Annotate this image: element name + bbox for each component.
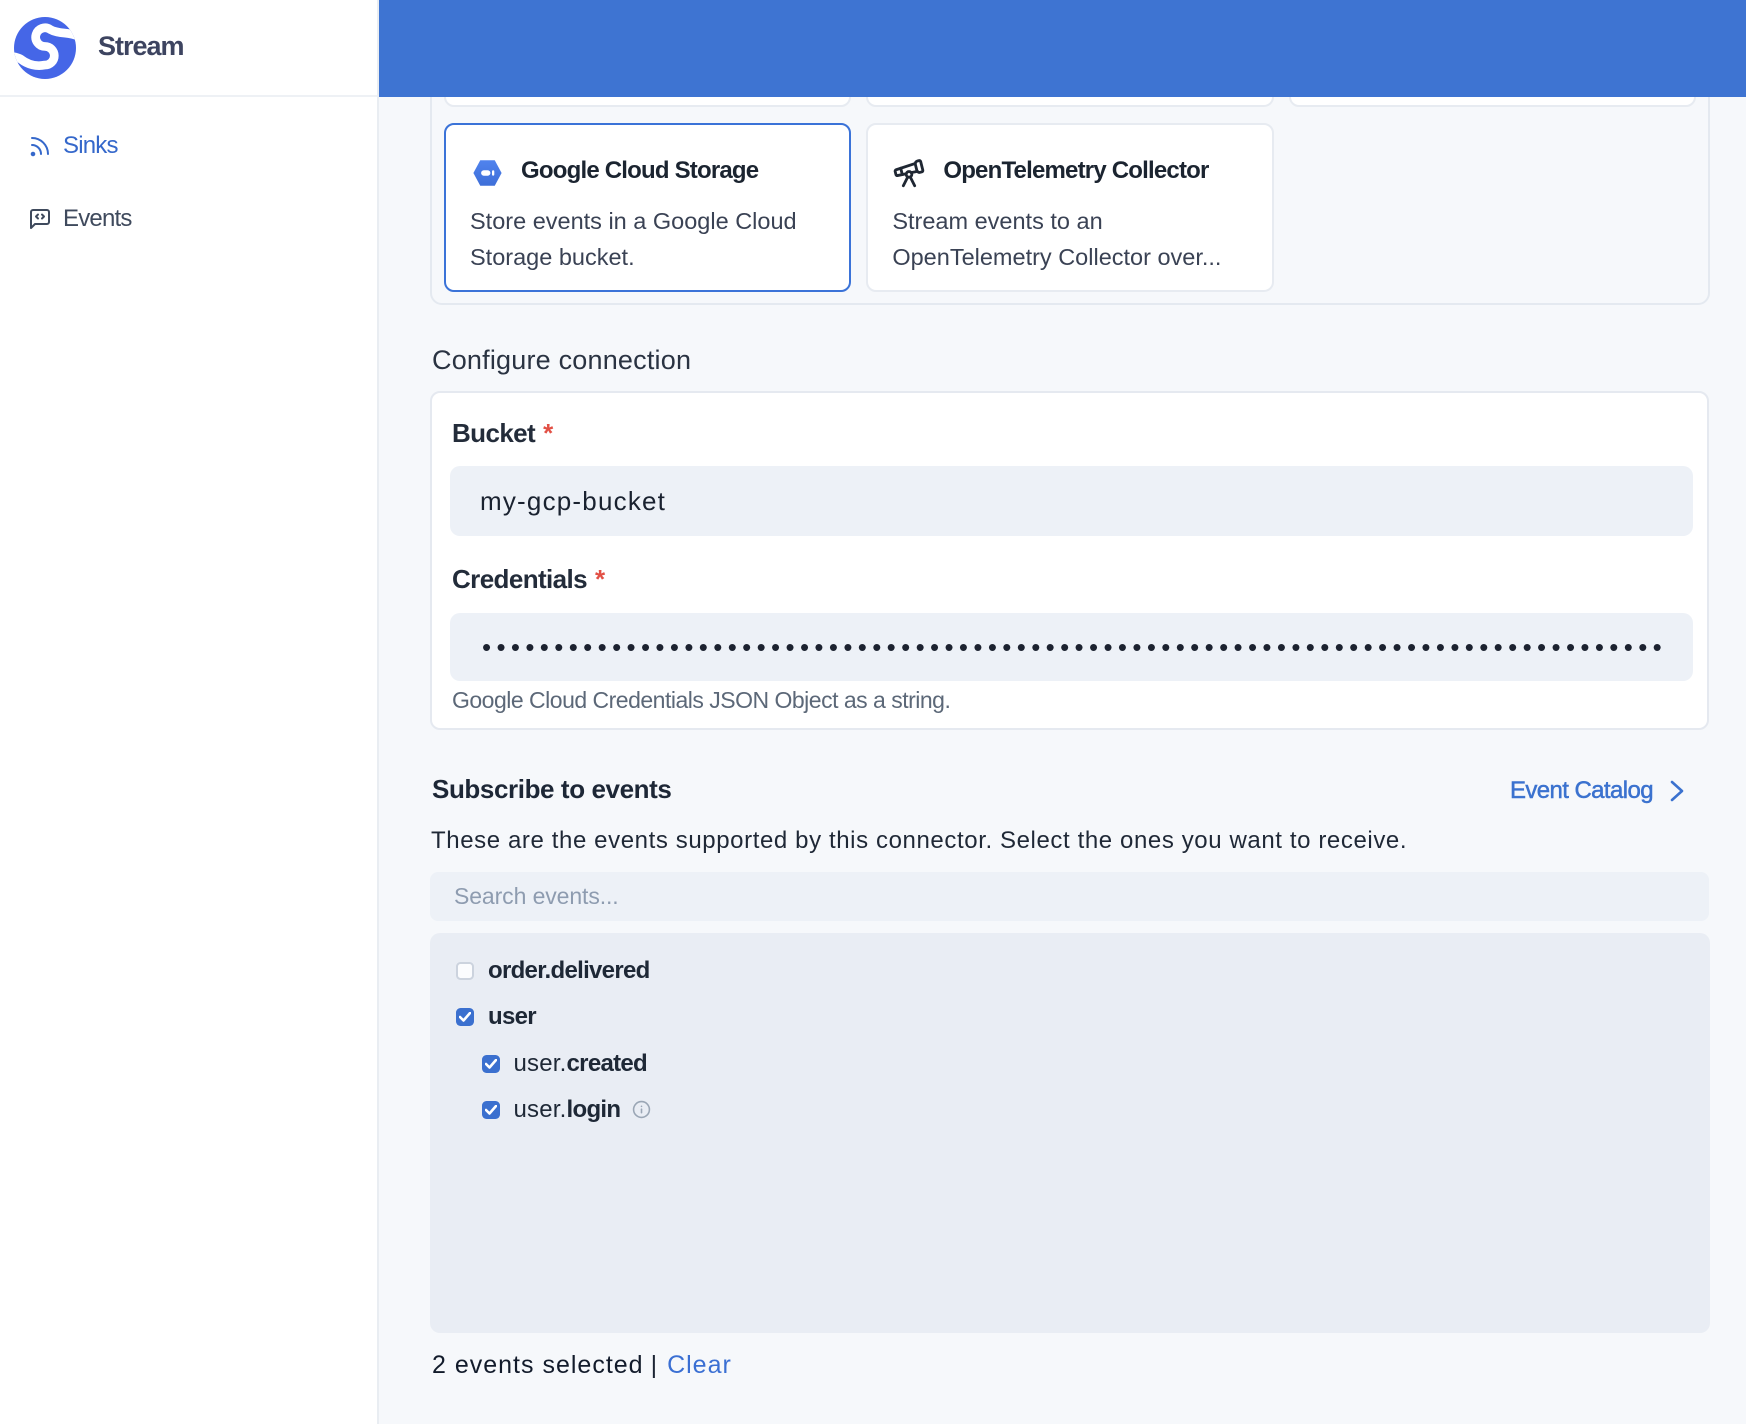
- event-label: user.login: [513, 1095, 622, 1124]
- empty-grid-cell: [1289, 123, 1696, 292]
- configure-connection-title: Configure connection: [432, 345, 692, 375]
- event-label-prefix: user.: [513, 1049, 567, 1077]
- info-icon[interactable]: [632, 1100, 651, 1119]
- configure-connection-card: Bucket* Credentials* Google Cloud Creden…: [430, 391, 1709, 730]
- check-icon: [484, 1058, 497, 1069]
- checkbox-user-created[interactable]: [481, 1054, 500, 1073]
- main-content: Google Cloud Storage Store events in a G…: [379, 0, 1746, 1424]
- event-label-suffix: login: [566, 1095, 622, 1123]
- card-description: Store events in a Google Cloud Storage b…: [470, 208, 797, 270]
- sidebar: Stream Sinks Events: [0, 0, 379, 1424]
- field-label-text: Bucket: [452, 418, 536, 448]
- message-square-code-icon: [30, 209, 50, 229]
- event-label-suffix: created: [566, 1049, 648, 1077]
- rss-icon: [30, 137, 49, 157]
- card-head: Google Cloud Storage: [470, 156, 825, 190]
- clear-selection-link[interactable]: Clear: [667, 1351, 732, 1380]
- event-label: user.created: [514, 1050, 648, 1078]
- app-title: Stream: [98, 31, 185, 61]
- event-row-user: user: [456, 1003, 1710, 1031]
- card-title: OpenTelemetry Collector: [943, 157, 1209, 184]
- event-row-user-login: user.login: [481, 1095, 1711, 1124]
- event-label: order.delivered: [488, 957, 650, 984]
- check-icon: [484, 1104, 497, 1115]
- selected-count-text: 2 events selected: [432, 1351, 644, 1379]
- search-events-input[interactable]: [430, 872, 1709, 921]
- events-footer: 2 events selected | Clear: [432, 1351, 732, 1380]
- card-head: OpenTelemetry Collector: [892, 156, 1247, 190]
- card-description: Stream events to an OpenTelemetry Collec…: [892, 208, 1222, 270]
- credentials-help-text: Google Cloud Credentials JSON Object as …: [452, 687, 951, 713]
- card-title: Google Cloud Storage: [521, 157, 759, 184]
- subscribe-to-events-title: Subscribe to events: [432, 774, 672, 804]
- credentials-field-label: Credentials *: [452, 564, 605, 595]
- field-label-text: Credentials: [452, 564, 588, 594]
- check-icon: [459, 1012, 471, 1023]
- app: Stream Sinks Events Google Cloud Storage…: [0, 0, 1746, 1424]
- checkbox-order-delivered[interactable]: [456, 962, 474, 980]
- subscribe-description: These are the events supported by this c…: [431, 827, 1408, 854]
- chevron-right-icon: [1670, 780, 1684, 802]
- telescope-icon: [892, 156, 926, 190]
- checkbox-user[interactable]: [456, 1008, 474, 1027]
- connector-card-google-cloud-storage[interactable]: Google Cloud Storage Store events in a G…: [444, 123, 852, 292]
- event-catalog-link[interactable]: Event Catalog: [1510, 777, 1684, 805]
- bucket-field-label: Bucket *: [452, 418, 553, 449]
- required-asterisk: *: [595, 564, 605, 594]
- sidebar-header: Stream: [0, 0, 377, 97]
- sidebar-item-events[interactable]: Events: [0, 195, 377, 243]
- event-catalog-label: Event Catalog: [1510, 777, 1654, 805]
- footer-separator: |: [650, 1351, 658, 1379]
- stream-logo-icon: [14, 17, 76, 79]
- sidebar-item-label: Sinks: [63, 132, 118, 159]
- connector-card-opentelemetry-collector[interactable]: OpenTelemetry Collector Stream events to…: [866, 123, 1274, 292]
- bucket-input[interactable]: [450, 466, 1693, 536]
- required-asterisk: *: [543, 418, 553, 448]
- event-label-prefix: user.: [513, 1095, 567, 1123]
- top-header-bar: [379, 0, 1746, 97]
- google-cloud-storage-icon: [470, 156, 504, 190]
- sidebar-item-sinks[interactable]: Sinks: [0, 122, 377, 170]
- sidebar-nav: Sinks Events: [0, 97, 377, 243]
- credentials-input[interactable]: [450, 613, 1693, 681]
- event-row-user-created: user.created: [481, 1050, 1711, 1078]
- sidebar-item-label: Events: [63, 205, 132, 232]
- events-list-panel: order.delivered user user.created user.l…: [430, 933, 1710, 1333]
- event-label: user: [488, 1003, 537, 1031]
- checkbox-user-login[interactable]: [481, 1100, 500, 1119]
- event-row-order-delivered: order.delivered: [456, 957, 1710, 985]
